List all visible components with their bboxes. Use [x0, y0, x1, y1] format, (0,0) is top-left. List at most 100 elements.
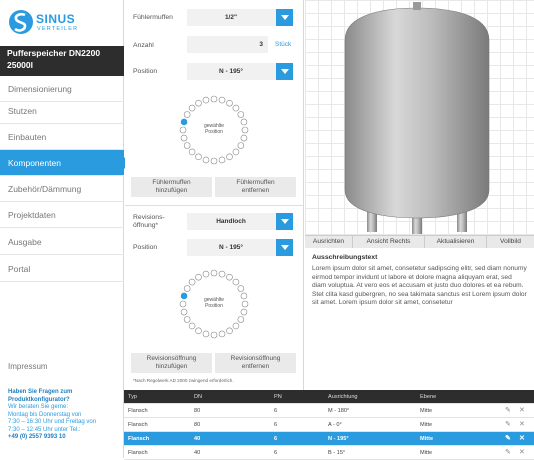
table-row[interactable]: Flansch 80 6 A - 0° Mitte ✎ ✕	[124, 418, 534, 432]
position-slot[interactable]	[195, 327, 202, 335]
position-slot[interactable]	[210, 269, 218, 277]
position-circle-2[interactable]: gewählte Position	[174, 264, 254, 344]
tank-3d-viewer[interactable]	[305, 0, 534, 235]
position-slot[interactable]	[179, 126, 187, 134]
position-slot[interactable]	[237, 142, 245, 149]
contact-line-1: Wir beraten Sie gerne:	[8, 404, 69, 410]
position-slot[interactable]	[188, 278, 196, 286]
position-slot[interactable]	[218, 330, 226, 338]
position-slot[interactable]	[240, 292, 248, 300]
aktualisieren-button[interactable]: Aktualisieren	[425, 236, 487, 248]
table-row[interactable]: Flansch 80 6 M - 180° Mitte ✎ ✕	[124, 404, 534, 418]
col-typ[interactable]: Typ	[128, 390, 137, 404]
remove-revision-button[interactable]: Revisionsöffnung entfernen	[215, 353, 296, 373]
position-slot[interactable]	[226, 153, 233, 161]
position-slot[interactable]	[226, 99, 233, 107]
nav-item-einbauten[interactable]: Einbauten	[0, 124, 124, 150]
position-slot[interactable]	[202, 96, 210, 104]
position-slot[interactable]	[183, 142, 191, 149]
logo[interactable]: SINUS VERTEILER	[8, 9, 78, 35]
position-slot[interactable]	[202, 270, 210, 278]
position-slot-selected[interactable]	[180, 292, 188, 300]
position-select-2[interactable]: N - 195°	[187, 239, 293, 256]
sinus-logo-icon	[9, 10, 33, 34]
position-slot[interactable]	[180, 134, 188, 142]
muffen-select[interactable]: 1/2"	[187, 9, 293, 26]
edit-icon[interactable]: ✎	[505, 404, 511, 418]
position-slot[interactable]	[183, 316, 191, 323]
position-slot[interactable]	[226, 273, 233, 281]
position-slot[interactable]	[240, 308, 248, 316]
position-slot[interactable]	[237, 285, 245, 292]
ansicht-rechts-button[interactable]: Ansicht Rechts	[353, 236, 425, 248]
position-slot[interactable]	[240, 134, 248, 142]
position-slot[interactable]	[179, 300, 187, 308]
add-revision-button[interactable]: Revisionsöffnung hinzufügen	[131, 353, 212, 373]
chevron-down-icon[interactable]	[276, 213, 293, 230]
nav-item-projektdaten[interactable]: Projektdaten	[0, 202, 124, 228]
chevron-down-icon[interactable]	[276, 9, 293, 26]
position-slot[interactable]	[188, 104, 196, 112]
muffen-label: Fühlermuffen	[133, 14, 173, 21]
position-slot[interactable]	[195, 153, 202, 161]
position-slot[interactable]	[183, 285, 191, 292]
position-slot[interactable]	[183, 111, 191, 118]
position-slot[interactable]	[188, 322, 196, 330]
position-slot[interactable]	[188, 148, 196, 156]
position-slot[interactable]	[180, 308, 188, 316]
position-slot[interactable]	[218, 96, 226, 104]
ausrichten-button[interactable]: Ausrichten	[305, 236, 353, 248]
anzahl-input[interactable]: 3	[187, 36, 268, 53]
contact-line-2: Montag bis Donnerstag von	[8, 411, 82, 418]
delete-icon[interactable]: ✕	[519, 418, 525, 432]
footnote: *Nach Regelwerk AD 2000 zwingend erforde…	[133, 378, 234, 383]
position-slot[interactable]	[195, 273, 202, 281]
position-slot[interactable]	[210, 331, 218, 339]
cell-dn: 40	[194, 436, 201, 442]
nav-item-ausgabe[interactable]: Ausgabe	[0, 229, 124, 255]
impressum-link[interactable]: Impressum	[8, 362, 48, 371]
position-slot[interactable]	[226, 327, 233, 335]
revision-select[interactable]: Handloch	[187, 213, 293, 230]
position-slot[interactable]	[202, 156, 210, 164]
remove-muffen-button[interactable]: Fühlermuffen entfernen	[215, 177, 296, 197]
chevron-down-icon[interactable]	[276, 63, 293, 80]
position-slot[interactable]	[202, 330, 210, 338]
position-slot[interactable]	[195, 99, 202, 107]
table-row-selected[interactable]: Flansch 40 6 N - 195° Mitte ✎ ✕	[124, 432, 534, 446]
position-slot[interactable]	[218, 156, 226, 164]
chevron-down-icon[interactable]	[276, 239, 293, 256]
revision-label: Revisions- öffnung*	[133, 214, 165, 230]
position-slot[interactable]	[240, 118, 248, 126]
position-slot[interactable]	[232, 278, 240, 286]
delete-icon[interactable]: ✕	[519, 404, 525, 418]
col-dn[interactable]: DN	[194, 390, 202, 404]
edit-icon[interactable]: ✎	[505, 418, 511, 432]
vollbild-button[interactable]: Vollbild	[487, 236, 534, 248]
col-ebene[interactable]: Ebene	[420, 390, 436, 404]
position-slot[interactable]	[232, 322, 240, 330]
position-slot[interactable]	[218, 270, 226, 278]
contact-phone[interactable]: +49 (0) 2557 9393 10	[8, 434, 122, 442]
position-slot[interactable]	[241, 300, 249, 308]
position-circle-1[interactable]: gewählte Position	[174, 90, 254, 170]
delete-icon[interactable]: ✕	[519, 432, 525, 446]
revision-label-line1: Revisions-	[133, 214, 165, 221]
position-select[interactable]: N - 195°	[187, 63, 293, 80]
position-slot[interactable]	[232, 104, 240, 112]
position-slot-selected[interactable]	[180, 118, 188, 126]
nav-item-zubehoer[interactable]: Zubehör/Dämmung	[0, 176, 124, 202]
edit-icon[interactable]: ✎	[505, 432, 511, 446]
position-slot[interactable]	[237, 111, 245, 118]
position-slot[interactable]	[232, 148, 240, 156]
nav-item-stutzen[interactable]: Stutzen	[0, 98, 124, 124]
position-slot[interactable]	[210, 157, 218, 165]
add-muffen-button[interactable]: Fühlermuffen hinzufügen	[131, 177, 212, 197]
nav-item-komponenten[interactable]: Komponenten	[0, 150, 130, 176]
position-slot[interactable]	[210, 95, 218, 103]
col-ausrichtung[interactable]: Ausrichtung	[328, 390, 358, 404]
position-slot[interactable]	[237, 316, 245, 323]
nav-item-portal[interactable]: Portal	[0, 256, 124, 282]
col-pn[interactable]: PN	[274, 390, 282, 404]
position-slot[interactable]	[241, 126, 249, 134]
